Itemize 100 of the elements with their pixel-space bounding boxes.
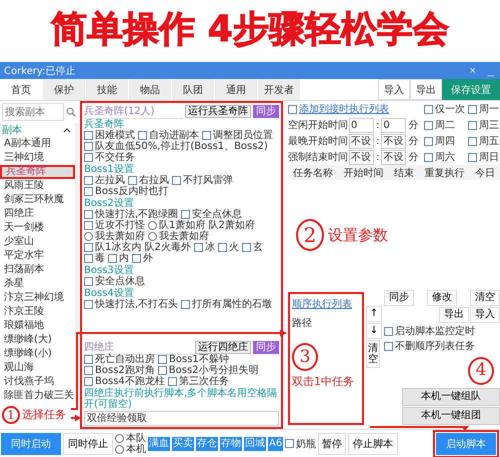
checkbox[interactable] <box>424 120 433 130</box>
checkbox[interactable] <box>288 104 297 114</box>
checkbox[interactable] <box>468 136 477 146</box>
caret-icon[interactable] <box>63 128 71 132</box>
sidebar-item[interactable]: 杀星 <box>0 277 75 291</box>
toolbar-button[interactable]: 保存设置 <box>442 79 500 100</box>
checkbox[interactable] <box>84 153 93 162</box>
tab[interactable]: 开发者 <box>258 79 301 100</box>
sidebar-item[interactable]: 三神幻境 <box>0 151 75 165</box>
run-button[interactable]: 运行四绝庄 <box>195 340 251 354</box>
sidebar-item[interactable]: 汴京三神幻境 <box>0 291 75 305</box>
toolbar-button[interactable]: 导入 <box>378 79 410 100</box>
checkbox[interactable] <box>384 326 393 336</box>
sync-button[interactable]: 同步 <box>253 104 279 118</box>
tab[interactable]: 保护 <box>43 79 86 100</box>
sidebar-item[interactable]: 缥缈峰(大) <box>0 333 75 347</box>
checkbox[interactable] <box>158 355 167 364</box>
export-button[interactable]: 导出 <box>439 307 469 323</box>
checkbox[interactable] <box>84 221 93 230</box>
team-button[interactable]: 本机一键组团 <box>402 407 500 425</box>
radio-button[interactable] <box>115 434 124 442</box>
pause-button[interactable]: 暂停 <box>318 432 346 454</box>
checkbox[interactable] <box>84 243 93 252</box>
radio-button[interactable] <box>115 444 124 454</box>
sidebar-item[interactable]: 风雨王陵 <box>0 179 75 193</box>
checkbox[interactable] <box>202 131 211 140</box>
sync-button[interactable]: 同步 <box>253 340 279 354</box>
tab[interactable]: 通用 <box>215 79 258 100</box>
checkbox[interactable] <box>84 300 93 309</box>
checkbox[interactable] <box>84 366 93 375</box>
checkbox[interactable] <box>168 377 177 386</box>
sidebar-item[interactable]: 扫荡副本 <box>0 263 75 277</box>
sidebar-item[interactable]: 除匪首力破三关 <box>0 389 75 403</box>
sidebar-item[interactable]: 琅嬛福地 <box>0 319 75 333</box>
checkbox[interactable] <box>468 104 477 114</box>
script-field[interactable]: 双倍经验领取 <box>84 411 279 426</box>
tab[interactable]: 物品 <box>129 79 172 100</box>
checkbox[interactable] <box>138 131 147 140</box>
hour-dropdown[interactable]: 不设 <box>349 150 374 164</box>
checkbox[interactable] <box>468 120 477 130</box>
checkbox[interactable] <box>424 136 433 146</box>
import-button[interactable]: 导入 <box>470 307 500 323</box>
sidebar-item[interactable]: 天一剑楼 <box>0 221 75 235</box>
checkbox[interactable] <box>132 254 141 263</box>
team-button[interactable]: 本机一键组队 <box>402 388 500 406</box>
move-up-button[interactable]: ↑ <box>366 306 382 322</box>
hour-dropdown[interactable]: 不设 <box>349 134 374 148</box>
sidebar-item[interactable]: 讨伐燕子坞 <box>0 375 75 389</box>
hour-dropdown[interactable]: 0 <box>349 118 374 132</box>
checkbox[interactable] <box>84 176 93 185</box>
group-label[interactable]: 副本 <box>2 123 22 137</box>
tab[interactable]: 技能 <box>86 79 129 100</box>
checkbox[interactable] <box>285 439 294 448</box>
sidebar-item[interactable]: 四绝庄 <box>0 207 75 221</box>
sidebar-item[interactable]: A副本通用 <box>0 137 75 151</box>
minute-dropdown[interactable]: 不设 <box>381 134 406 148</box>
tab[interactable]: 队团 <box>172 79 215 100</box>
clear-button[interactable]: 清空 <box>366 340 380 368</box>
add-link[interactable]: 添加到接时执行列表 <box>299 102 389 116</box>
sidebar-item[interactable]: 汴京王陵 <box>0 305 75 319</box>
clear-button[interactable]: 清空 <box>470 290 500 306</box>
checkbox[interactable] <box>84 355 93 364</box>
checkbox[interactable] <box>424 152 433 162</box>
checkbox[interactable] <box>84 187 93 196</box>
toolbar-button[interactable]: 导出 <box>410 79 442 100</box>
edit-button[interactable]: 修改 <box>427 290 457 306</box>
minute-dropdown[interactable]: 0 <box>381 118 406 132</box>
search-icon[interactable] <box>66 107 76 117</box>
checkbox[interactable] <box>242 243 251 252</box>
radio-button[interactable] <box>84 232 93 241</box>
minute-dropdown[interactable]: 不设 <box>381 150 406 164</box>
sidebar-item[interactable]: 缥缈峰(小) <box>0 347 75 361</box>
checkbox[interactable] <box>84 377 93 386</box>
sidebar-item[interactable]: 观山海 <box>0 361 75 375</box>
sidebar-item[interactable]: 少室山 <box>0 235 75 249</box>
list-item[interactable]: 路径 <box>292 316 312 330</box>
checkbox[interactable] <box>424 104 433 114</box>
checkbox[interactable] <box>84 131 93 140</box>
checkbox[interactable] <box>84 254 93 263</box>
checkbox[interactable] <box>108 254 117 263</box>
checkbox[interactable] <box>181 210 190 219</box>
radio-button[interactable] <box>148 232 157 241</box>
stop-all-button[interactable]: 同时停止 <box>63 432 113 454</box>
checkbox[interactable] <box>384 342 393 350</box>
sidebar-item[interactable]: 剑冢三环秋魔 <box>0 193 75 207</box>
sequence-list[interactable]: 顺序执行列表 路径 3 双击1中任务 <box>288 292 364 425</box>
checkbox[interactable] <box>181 300 190 309</box>
checkbox[interactable] <box>158 366 167 375</box>
run-button[interactable]: 运行兵圣奇阵 <box>185 104 251 118</box>
checkbox[interactable] <box>84 277 93 286</box>
move-down-button[interactable]: ↓ <box>366 323 382 339</box>
checkbox[interactable] <box>194 243 203 252</box>
search-field[interactable]: 搜索副本 <box>2 103 64 121</box>
sync-button[interactable]: 同步 <box>384 290 414 306</box>
checkbox[interactable] <box>468 152 477 162</box>
radio-button[interactable] <box>148 221 157 230</box>
checkbox[interactable] <box>84 210 93 219</box>
checkbox[interactable] <box>84 142 93 151</box>
checkbox[interactable] <box>172 176 181 185</box>
sidebar-item[interactable]: 平定水牢 <box>0 249 75 263</box>
